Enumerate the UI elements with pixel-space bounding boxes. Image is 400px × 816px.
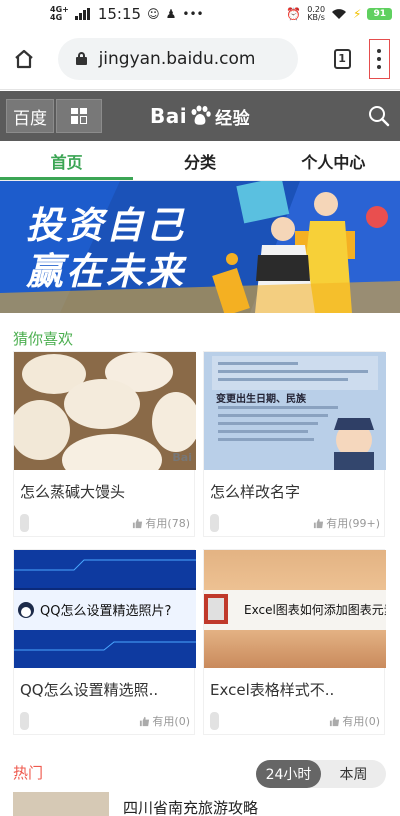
logo-text-left: Bai [150,104,188,128]
tab-category[interactable]: 分类 [133,141,266,180]
article-thumbnail: Bai [14,352,196,470]
author-avatar-placeholder [210,514,219,532]
banner-line-1: 投资自己 [26,204,186,247]
tab-switcher-button[interactable]: 1 [333,48,351,69]
article-thumbnail: QQ怎么设置精选照片? [14,550,196,668]
menu-dot [377,56,382,61]
banner-line-2: 赢在未来 [26,250,186,293]
signal-icon [74,8,90,20]
network-type-secondary: 4G [50,13,63,22]
status-time: 15:15 [97,5,142,23]
menu-dot [377,64,382,69]
baidu-paw-icon [191,105,211,125]
battery-indicator: 91 [367,8,392,20]
thumbs-up-icon [140,716,150,726]
hot-section-title: 热门 [13,764,44,782]
baidu-home-button[interactable]: 百度 [6,99,54,133]
image-caption: Excel图表如何添加图表元素 [244,603,386,617]
main-nav-tabs: 首页 分类 个人中心 [0,141,400,181]
wifi-icon [332,9,347,19]
tab-24-hours[interactable]: 24小时 [256,760,321,788]
tab-personal-center[interactable]: 个人中心 [267,141,400,180]
app-notification-icon: ☺ [147,7,160,21]
thumbs-up-icon [133,518,143,528]
grid-icon [71,108,87,124]
useful-count-text: 有用(0) [342,715,380,728]
document-heading: 变更出生日期、民族 [216,394,306,405]
charging-icon: ⚡ [353,7,362,21]
lock-icon [75,52,87,65]
alarm-icon: ⏰ [286,7,302,21]
baidu-jingyan-logo[interactable]: Bai 经验 [150,104,250,129]
menu-dot [377,48,382,53]
article-footer: 有用(99+) [210,513,380,533]
network-speed-unit: KB/s [307,13,325,22]
document-image [204,352,386,470]
url-text: jingyan.baidu.com [98,48,256,69]
hot-item-title: 四川省南充旅游攻略 [123,799,259,816]
article-thumbnail: Excel图表如何添加图表元素 [204,550,386,668]
author-avatar-placeholder [210,712,219,730]
home-button[interactable] [10,42,38,76]
image-caption: QQ怎么设置精选照片? [40,604,172,619]
hot-item-thumbnail [13,792,109,816]
more-notifications-icon: ••• [182,7,204,21]
article-title: 怎么样改名字 [210,483,301,501]
site-header: 百度 Bai 经验 [0,91,400,141]
guess-you-like-title: 猜你喜欢 [13,330,74,348]
hot-list-item[interactable]: 四川省南充旅游攻略 [13,792,387,816]
search-icon[interactable] [368,105,390,127]
useful-count[interactable]: 有用(0) [139,713,190,729]
banner-slogan: 投资自己 赢在未来 [26,203,186,295]
steamed-buns-image [14,352,196,470]
article-title: QQ怎么设置精选照.. [20,681,159,699]
useful-count-text: 有用(0) [152,715,190,728]
useful-count-text: 有用(78) [145,517,190,530]
browser-menu-button[interactable] [368,38,390,79]
qq-notification-icon: ♟ [165,7,177,21]
home-icon [15,49,33,68]
useful-count[interactable]: 有用(99+) [313,515,380,531]
hot-period-tabs: 24小时 本周 [256,760,386,788]
article-card[interactable]: Excel图表如何添加图表元素 Excel表格样式不.. 有用(0) [203,549,386,735]
article-footer: 有用(0) [20,711,190,731]
article-title: 怎么蒸碱大馒头 [20,483,126,501]
useful-count[interactable]: 有用(0) [329,713,380,729]
status-bar: 4G+ 4G 15:15 ☺ ♟ ••• ⏰ 0.20 KB/s ⚡ 91 [0,0,400,28]
apps-grid-button[interactable] [56,99,102,133]
article-footer: 有用(0) [210,711,380,731]
article-card[interactable]: QQ怎么设置精选照片? QQ怎么设置精选照.. 有用(0) [13,549,196,735]
tab-this-week[interactable]: 本周 [321,760,386,788]
image-watermark: Bai [172,451,192,464]
thumbs-up-icon [314,518,324,528]
browser-toolbar: jingyan.baidu.com 1 [0,28,400,90]
thumbs-up-icon [330,716,340,726]
tab-home[interactable]: 首页 [0,141,134,180]
article-card[interactable]: Bai 怎么蒸碱大馒头 有用(78) [13,351,196,537]
useful-count[interactable]: 有用(78) [132,515,190,531]
promo-banner[interactable]: 投资自己 赢在未来 [0,181,400,313]
address-bar[interactable]: jingyan.baidu.com [57,37,298,80]
logo-text-right: 经验 [215,108,251,129]
author-avatar-placeholder [20,712,29,730]
author-avatar-placeholder [20,514,29,532]
article-card[interactable]: 变更出生日期、民族 怎么样改名字 有用(99+) [203,351,386,537]
useful-count-text: 有用(99+) [326,517,380,530]
article-thumbnail: 变更出生日期、民族 [204,352,386,470]
article-title: Excel表格样式不.. [210,681,335,699]
article-footer: 有用(78) [20,513,190,533]
